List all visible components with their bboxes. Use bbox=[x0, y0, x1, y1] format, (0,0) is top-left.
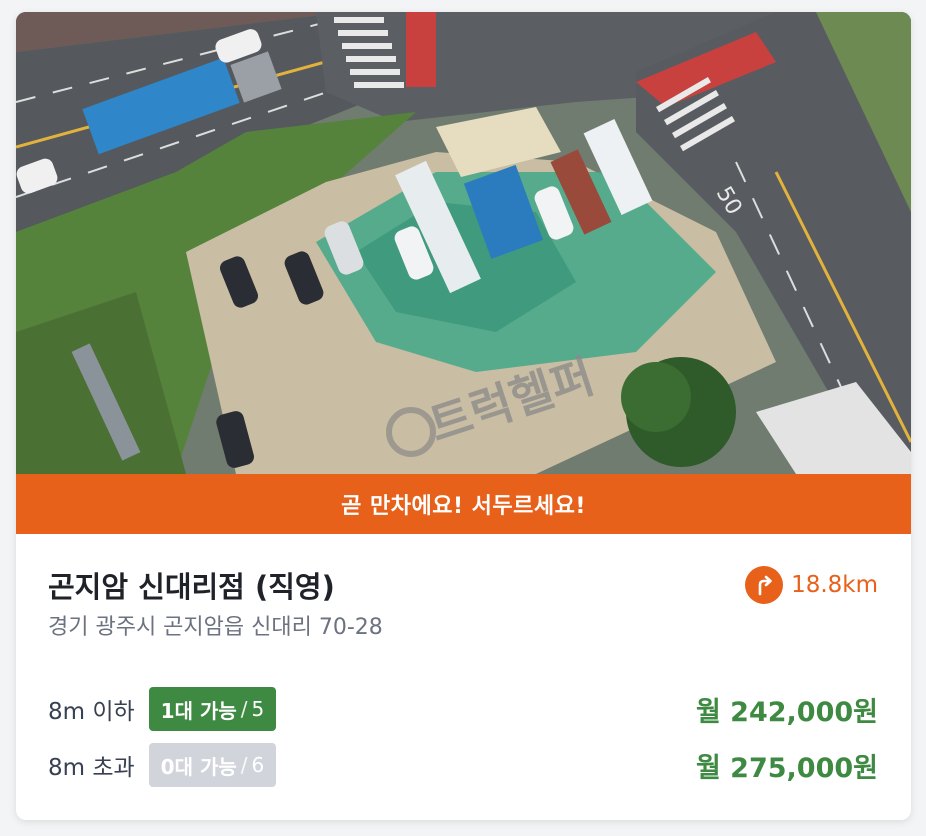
space-row-under-8m: 8m 이하 1대 가능 / 5 bbox=[48, 685, 277, 733]
space-size-label: 8m 이하 bbox=[48, 699, 135, 725]
availability-badge: 1대 가능 / 5 bbox=[148, 687, 277, 731]
available-count: 0대 가능 bbox=[160, 754, 237, 779]
lot-title: 곤지암 신대리점 (직영) bbox=[48, 570, 335, 604]
availability-badge: 0대 가능 / 6 bbox=[148, 743, 277, 787]
badge-separator: / bbox=[240, 753, 248, 777]
turn-right-direction-icon bbox=[745, 566, 784, 604]
monthly-price-over-8m: 월 275,000원 bbox=[695, 753, 878, 784]
banner-text: 곧 만차에요! 서두르세요! bbox=[341, 494, 586, 519]
total-count: 6 bbox=[251, 753, 265, 777]
parking-lot-card[interactable]: 50 트럭헬퍼 곧 만차에요! 서두르세요! 곤지암 신대리점 (직영) 경기 … bbox=[16, 12, 911, 820]
lot-address: 경기 광주시 곤지암읍 신대리 70-28 bbox=[48, 615, 383, 640]
aerial-parking-lot-photo: 50 트럭헬퍼 bbox=[16, 12, 911, 474]
monthly-price-under-8m: 월 242,000원 bbox=[695, 697, 878, 728]
distance-value: 18.8km bbox=[791, 572, 878, 598]
total-count: 5 bbox=[251, 697, 265, 721]
available-count: 1대 가능 bbox=[160, 698, 237, 723]
badge-separator: / bbox=[240, 697, 248, 721]
distance-info: 18.8km bbox=[745, 566, 878, 604]
space-size-label: 8m 초과 bbox=[48, 755, 135, 781]
space-row-over-8m: 8m 초과 0대 가능 / 6 bbox=[48, 741, 277, 789]
almost-full-banner: 곧 만차에요! 서두르세요! bbox=[16, 474, 911, 534]
